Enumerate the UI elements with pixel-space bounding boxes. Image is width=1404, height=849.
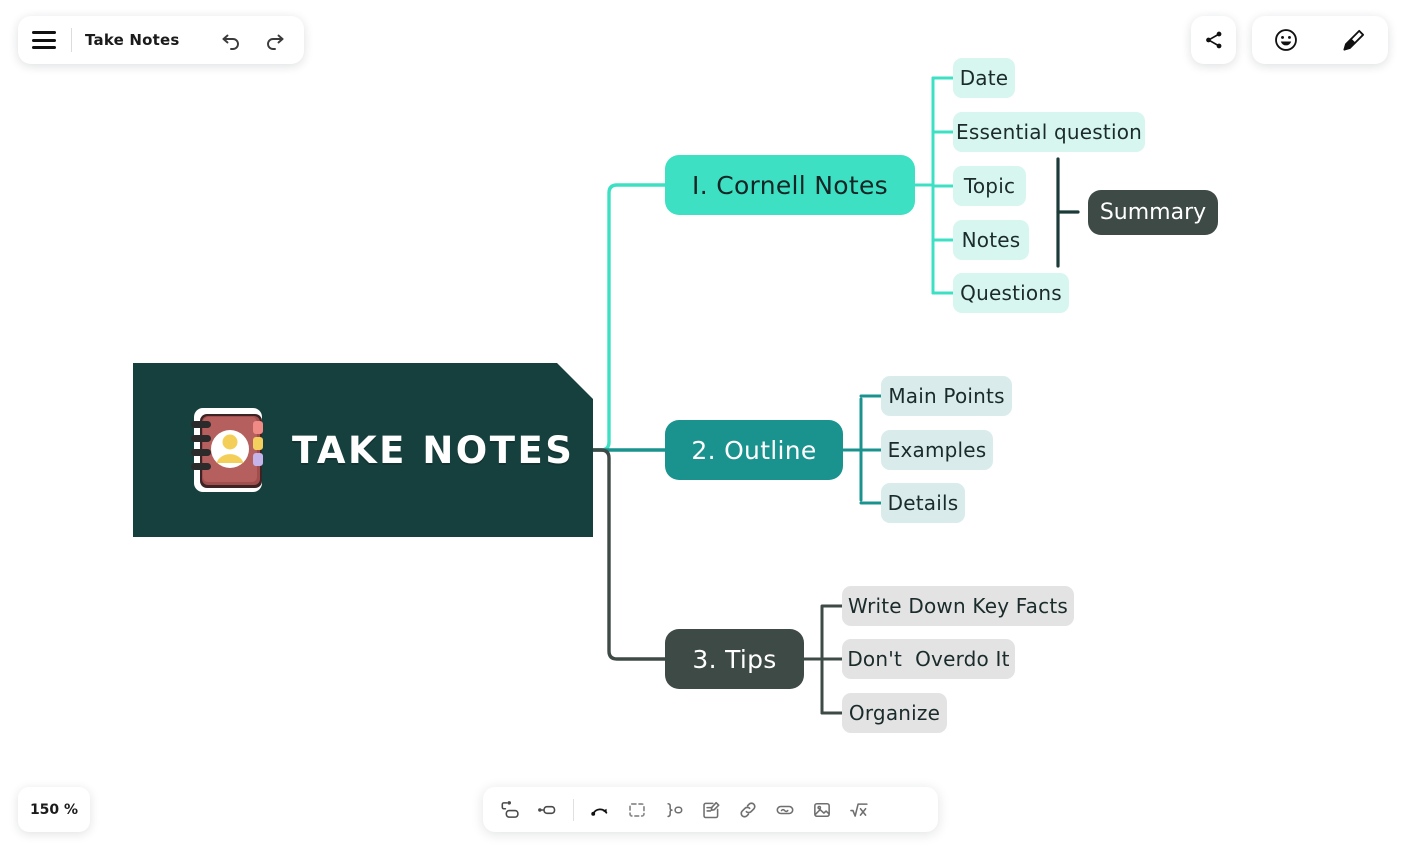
leaf-node-main-points[interactable]: Main Points: [881, 376, 1012, 416]
hyperlink-icon[interactable]: [731, 793, 765, 827]
leaf-label: Questions: [960, 281, 1062, 305]
summary-bracket-icon[interactable]: [657, 793, 691, 827]
sticker-icon[interactable]: [768, 793, 802, 827]
note-icon[interactable]: [694, 793, 728, 827]
leaf-node-details[interactable]: Details: [881, 483, 965, 523]
redo-arrow-icon[interactable]: [260, 25, 290, 55]
leaf-label: Main Points: [888, 384, 1005, 408]
image-icon[interactable]: [805, 793, 839, 827]
share-button[interactable]: [1191, 16, 1236, 64]
root-node[interactable]: TAKE NOTES: [133, 363, 593, 537]
top-left-toolbar: Take Notes: [18, 16, 304, 64]
leaf-label: Write Down Key Facts: [848, 594, 1068, 618]
leaf-label: Organize: [848, 701, 941, 725]
leaf-label: Details: [887, 491, 959, 515]
add-sibling-topic-icon[interactable]: [530, 793, 564, 827]
leaf-label: Date: [959, 66, 1009, 90]
leaf-label: Examples: [887, 438, 987, 462]
notebook-contacts-icon: [190, 405, 274, 495]
leaf-node-write-down-key-facts[interactable]: Write Down Key Facts: [842, 586, 1074, 626]
leaf-node-essential-question[interactable]: Essential question: [953, 112, 1145, 152]
highlighter-button[interactable]: [1339, 25, 1369, 55]
summary-label: Summary: [1099, 200, 1207, 225]
top-right-toolbar: [1252, 16, 1388, 64]
relationship-arrow-icon[interactable]: [583, 793, 617, 827]
leaf-label: Essential question: [955, 120, 1143, 144]
leaf-node-dont-overdo-it[interactable]: Don't Overdo It: [842, 639, 1015, 679]
leaf-node-topic[interactable]: Topic: [953, 166, 1026, 206]
toolbar-divider: [71, 28, 72, 52]
mindmap-canvas[interactable]: TAKE NOTES I. Cornell Notes Date Essenti…: [0, 0, 1404, 849]
formula-icon[interactable]: [842, 793, 876, 827]
branch-node-outline[interactable]: 2. Outline: [665, 420, 843, 480]
branch-node-cornell[interactable]: I. Cornell Notes: [665, 155, 915, 215]
highlighter-brush-icon: [1343, 29, 1365, 51]
bottom-toolbar: [483, 787, 938, 832]
branch-label: I. Cornell Notes: [692, 170, 888, 200]
leaf-node-examples[interactable]: Examples: [881, 430, 993, 470]
branch-label: 2. Outline: [691, 435, 817, 465]
leaf-label: Notes: [961, 228, 1021, 252]
branch-node-tips[interactable]: 3. Tips: [665, 629, 804, 689]
hamburger-menu-icon[interactable]: [32, 31, 56, 49]
root-title: TAKE NOTES: [292, 428, 575, 472]
emoji-button[interactable]: [1271, 25, 1301, 55]
leaf-node-date[interactable]: Date: [953, 58, 1015, 98]
add-subtopic-icon[interactable]: [493, 793, 527, 827]
document-title[interactable]: Take Notes: [85, 31, 180, 49]
leaf-label: Don't Overdo It: [847, 647, 1010, 671]
boundary-icon[interactable]: [620, 793, 654, 827]
smiley-face-icon: [1275, 29, 1297, 51]
zoom-level-badge[interactable]: 150 %: [18, 787, 90, 832]
leaf-node-questions[interactable]: Questions: [953, 273, 1069, 313]
leaf-node-notes[interactable]: Notes: [953, 220, 1029, 260]
toolbar-divider: [573, 798, 574, 821]
leaf-label: Topic: [963, 174, 1016, 198]
branch-label: 3. Tips: [692, 644, 777, 674]
leaf-node-organize[interactable]: Organize: [842, 693, 947, 733]
zoom-level-label: 150 %: [29, 801, 79, 818]
summary-node[interactable]: Summary: [1088, 190, 1218, 235]
share-icon: [1205, 31, 1221, 49]
undo-arrow-icon[interactable]: [216, 25, 246, 55]
